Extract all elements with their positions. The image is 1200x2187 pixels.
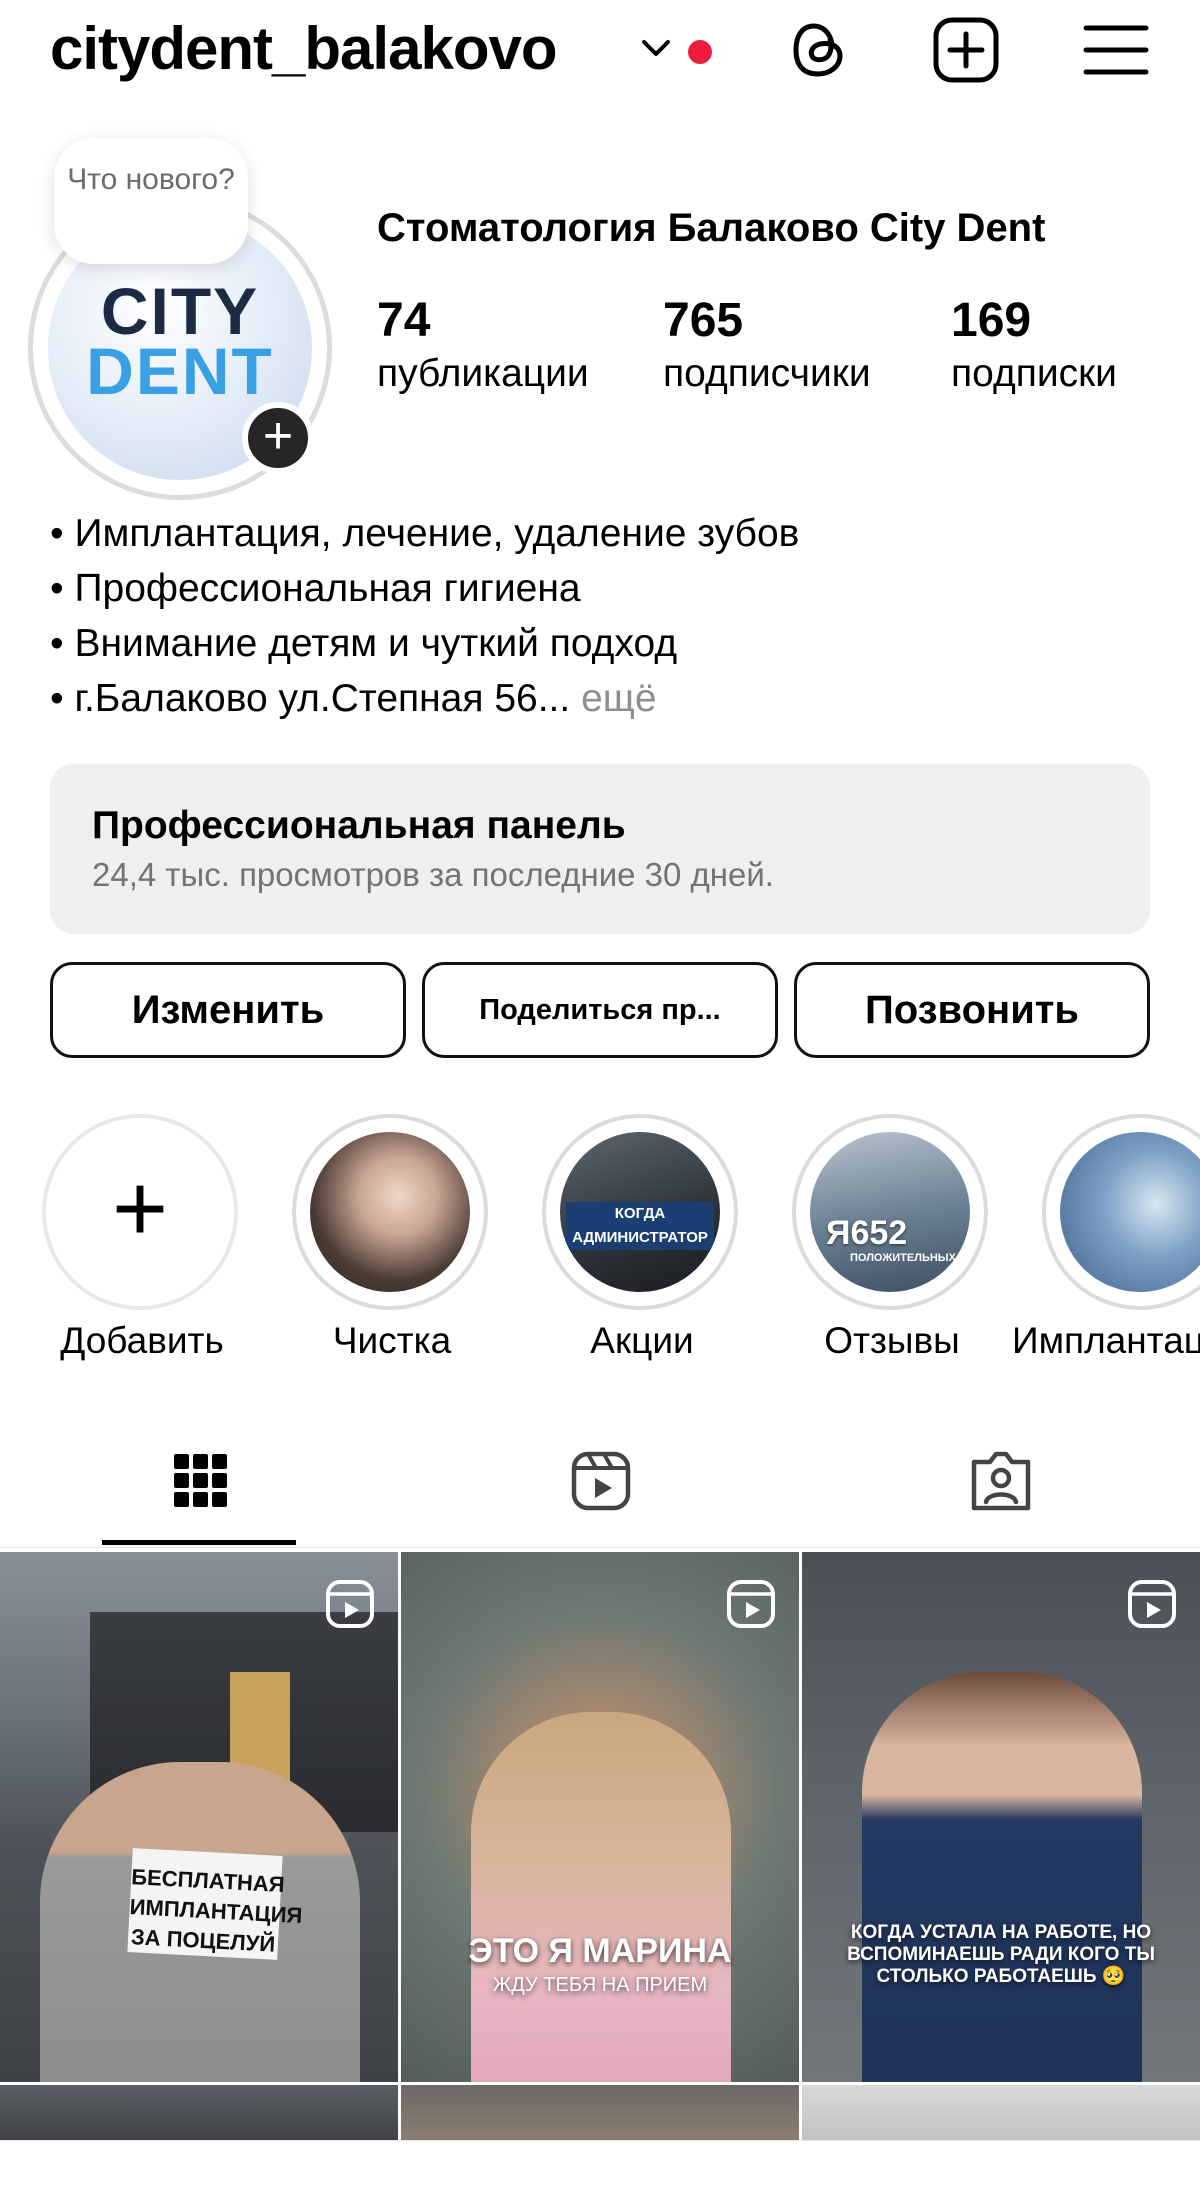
- stat-label: подписчики: [663, 352, 871, 395]
- highlight-label: Имплантация: [1012, 1320, 1200, 1361]
- stat-label: публикации: [377, 352, 589, 395]
- tab-grid[interactable]: [0, 1440, 400, 1550]
- tagged-icon: [971, 1451, 1031, 1511]
- highlight-label: Отзывы: [824, 1320, 960, 1361]
- bio-line: • Профессиональная гигиена: [50, 567, 581, 610]
- post-tile[interactable]: БЕСПЛАТНАЯ ИМПЛАНТАЦИЯ ЗА ПОЦЕЛУЙ: [0, 1552, 398, 2082]
- create-post-icon[interactable]: [930, 14, 1002, 86]
- post-caption: ЭТО Я МАРИНА: [468, 1932, 732, 1970]
- stat-value: 169: [951, 294, 1032, 347]
- divider: [0, 1547, 1200, 1548]
- post-sign: БЕСПЛАТНАЯ ИМПЛАНТАЦИЯ ЗА ПОЦЕЛУЙ: [127, 1848, 303, 1960]
- threads-icon[interactable]: [784, 14, 856, 86]
- post-tile[interactable]: ЭТО Я МАРИНА ЖДУ ТЕБЯ НА ПРИЕМ: [401, 1552, 799, 2082]
- highlight-image: [310, 1132, 470, 1292]
- bio-more-link[interactable]: ещё: [581, 677, 656, 720]
- bottom-nav: [0, 2140, 1200, 2187]
- call-button[interactable]: Позвонить: [794, 962, 1150, 1058]
- bio-line: • Внимание детям и чуткий подход: [50, 622, 678, 665]
- stat-value: 765: [663, 294, 744, 347]
- person-image: [862, 1672, 1142, 2082]
- top-bar: citydent_balakovo: [0, 0, 1200, 110]
- menu-icon[interactable]: [1080, 14, 1152, 86]
- share-profile-button[interactable]: Поделиться пр...: [422, 962, 778, 1058]
- active-tab-indicator: [102, 1540, 296, 1545]
- post-subcaption: ЖДУ ТЕБЯ НА ПРИЕМ: [492, 1974, 708, 1996]
- avatar-logo-line2: DENT: [86, 334, 274, 408]
- stat-label: подписки: [951, 352, 1117, 395]
- bio-line-text: • г.Балаково ул.Степная 56...: [50, 677, 571, 720]
- dashboard-title: Профессиональная панель: [92, 804, 626, 847]
- highlight-label: Чистка: [332, 1320, 452, 1361]
- post-tile[interactable]: [401, 2085, 799, 2140]
- add-story-icon[interactable]: +: [242, 402, 314, 474]
- professional-dashboard[interactable]: Профессиональная панель 24,4 тыс. просмо…: [50, 764, 1150, 934]
- highlight-image-text: Я652: [826, 1214, 908, 1252]
- notification-dot: [688, 40, 712, 64]
- display-name: Стоматология Балаково City Dent: [377, 206, 1046, 250]
- tab-reels[interactable]: [400, 1440, 800, 1550]
- plus-icon: +: [42, 1114, 238, 1310]
- highlight-label: Акции: [590, 1320, 694, 1361]
- stat-value: 74: [377, 294, 431, 347]
- reels-icon: [571, 1451, 631, 1511]
- stat-followers[interactable]: 765 подписчики: [663, 294, 871, 398]
- bio: • Имплантация, лечение, удаление зубов •…: [50, 506, 799, 726]
- post-tile[interactable]: КОГДА УСТАЛА НА РАБОТЕ, НО ВСПОМИНАЕШЬ Р…: [802, 1552, 1200, 2082]
- reel-icon: [727, 1580, 775, 1628]
- reel-icon: [1128, 1580, 1176, 1628]
- highlight-label: Добавить: [60, 1320, 224, 1361]
- note-bubble[interactable]: Что нового?: [54, 138, 248, 264]
- highlight-image: Я652 ПОЛОЖИТЕЛЬНЫХ: [810, 1132, 970, 1292]
- stat-following[interactable]: 169 подписки: [951, 294, 1117, 398]
- post-tile[interactable]: [802, 2085, 1200, 2140]
- tab-tagged[interactable]: [800, 1440, 1200, 1550]
- chevron-down-icon[interactable]: [638, 34, 674, 62]
- highlight-image-text: КОГДА АДМИНИСТРАТОР: [566, 1202, 714, 1250]
- grid-icon: [174, 1454, 227, 1507]
- stat-posts[interactable]: 74 публикации: [377, 294, 589, 398]
- bio-line: • Имплантация, лечение, удаление зубов: [50, 512, 800, 555]
- dashboard-subtitle: 24,4 тыс. просмотров за последние 30 дне…: [92, 856, 774, 893]
- person-image: [471, 1712, 731, 2082]
- bio-line: • г.Балаково ул.Степная 56... ещё: [50, 671, 799, 726]
- post-tile[interactable]: [0, 2085, 398, 2140]
- highlight-image: КОГДА АДМИНИСТРАТОР: [560, 1132, 720, 1292]
- reel-icon: [326, 1580, 374, 1628]
- account-switcher[interactable]: citydent_balakovo: [50, 14, 558, 83]
- highlight-image-subtext: ПОЛОЖИТЕЛЬНЫХ: [850, 1252, 956, 1264]
- edit-profile-button[interactable]: Изменить: [50, 962, 406, 1058]
- post-caption: КОГДА УСТАЛА НА РАБОТЕ, НО ВСПОМИНАЕШЬ Р…: [847, 1922, 1155, 1987]
